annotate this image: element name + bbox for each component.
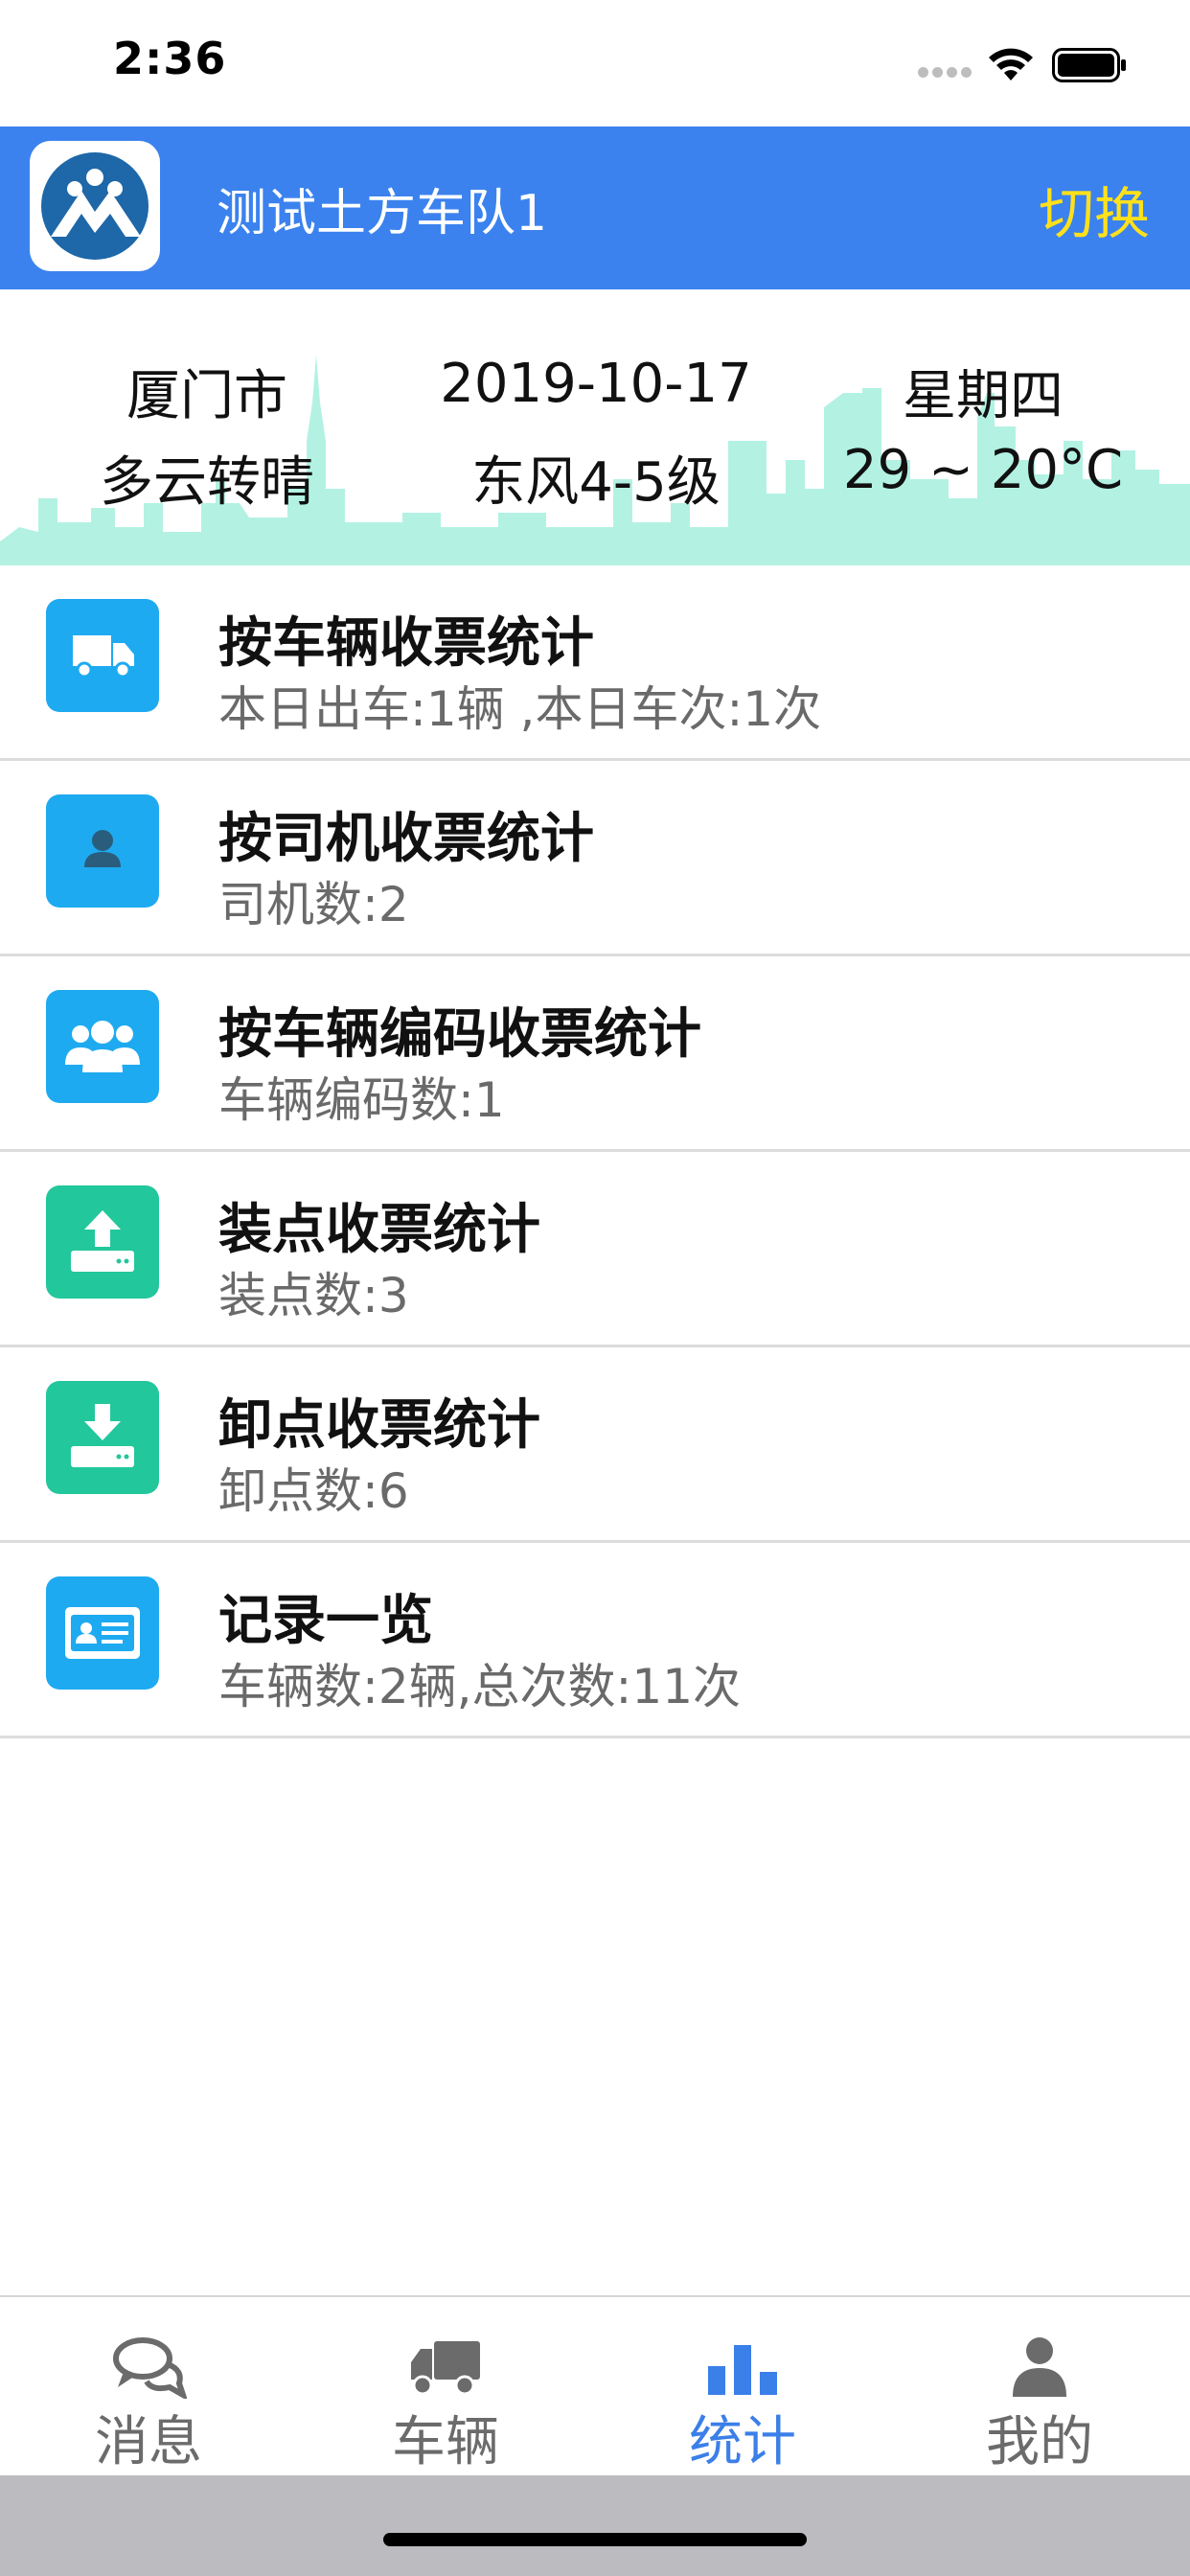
list-item-loading-point-stats[interactable]: 装点收票统计 装点数:3 xyxy=(0,1152,1190,1347)
battery-icon xyxy=(1052,48,1126,82)
upload-icon xyxy=(46,1185,159,1299)
home-indicator[interactable] xyxy=(383,2533,807,2546)
item-subtitle: 装点数:3 xyxy=(218,1268,409,1323)
item-subtitle: 车辆数:2辆,总次数:11次 xyxy=(218,1659,742,1714)
switch-team-button[interactable]: 切换 xyxy=(1039,169,1150,249)
item-subtitle: 卸点数:6 xyxy=(218,1463,409,1519)
home-indicator-area xyxy=(0,2475,1190,2576)
person-icon xyxy=(1013,2337,1066,2397)
item-title: 按司机收票统计 xyxy=(218,808,594,870)
list-item-records-overview[interactable]: 记录一览 车辆数:2辆,总次数:11次 xyxy=(0,1543,1190,1738)
wifi-icon xyxy=(989,48,1033,80)
tab-label: 消息 xyxy=(95,2411,202,2473)
status-time: 2:36 xyxy=(113,33,227,84)
bar-chart-icon xyxy=(708,2345,777,2395)
cellular-signal-icon xyxy=(918,67,973,80)
tab-vehicles[interactable]: 车辆 xyxy=(297,2297,594,2477)
weather-weekday: 星期四 xyxy=(903,365,1064,427)
tab-messages[interactable]: 消息 xyxy=(0,2297,297,2477)
tab-bar: 消息 车辆 统计 我的 xyxy=(0,2295,1190,2477)
truck-icon xyxy=(46,599,159,712)
tab-statistics[interactable]: 统计 xyxy=(594,2297,891,2477)
item-subtitle: 本日出车:1辆 ,本日车次:1次 xyxy=(218,681,822,737)
item-title: 按车辆收票统计 xyxy=(218,612,594,675)
group-icon xyxy=(46,990,159,1103)
item-title: 记录一览 xyxy=(218,1590,433,1652)
team-logo xyxy=(30,141,160,271)
item-subtitle: 司机数:2 xyxy=(218,877,409,932)
driver-icon xyxy=(46,794,159,908)
status-bar: 2:36 xyxy=(0,0,1190,126)
weather-condition: 多云转晴 xyxy=(100,451,314,514)
list-item-unloading-point-stats[interactable]: 卸点收票统计 卸点数:6 xyxy=(0,1347,1190,1543)
chat-icon xyxy=(113,2337,187,2399)
statistics-list: 按车辆收票统计 本日出车:1辆 ,本日车次:1次 按司机收票统计 司机数:2 按… xyxy=(0,565,1190,1738)
team-name: 测试土方车队1 xyxy=(217,185,548,242)
download-icon xyxy=(46,1381,159,1494)
app-header: 测试土方车队1 切换 xyxy=(0,126,1190,289)
item-title: 装点收票统计 xyxy=(218,1199,540,1261)
list-item-vehicle-code-stats[interactable]: 按车辆编码收票统计 车辆编码数:1 xyxy=(0,956,1190,1152)
weather-date: 2019-10-17 xyxy=(440,353,752,415)
list-item-vehicle-stats[interactable]: 按车辆收票统计 本日出车:1辆 ,本日车次:1次 xyxy=(0,565,1190,761)
truck-icon xyxy=(411,2341,480,2396)
tab-me[interactable]: 我的 xyxy=(891,2297,1188,2477)
weather-temperature: 29 ~ 20°C xyxy=(842,439,1124,501)
tab-label: 我的 xyxy=(986,2411,1093,2473)
tab-label: 车辆 xyxy=(392,2411,499,2473)
item-subtitle: 车辆编码数:1 xyxy=(218,1072,505,1128)
item-title: 按车辆编码收票统计 xyxy=(218,1003,701,1066)
weather-wind: 东风4-5级 xyxy=(471,451,721,514)
id-card-icon xyxy=(46,1576,159,1690)
weather-panel: 厦门市 2019-10-17 星期四 多云转晴 东风4-5级 29 ~ 20°C xyxy=(0,289,1190,565)
weather-city: 厦门市 xyxy=(126,365,287,427)
item-title: 卸点收票统计 xyxy=(218,1394,540,1457)
tab-label: 统计 xyxy=(689,2411,796,2473)
list-item-driver-stats[interactable]: 按司机收票统计 司机数:2 xyxy=(0,761,1190,956)
